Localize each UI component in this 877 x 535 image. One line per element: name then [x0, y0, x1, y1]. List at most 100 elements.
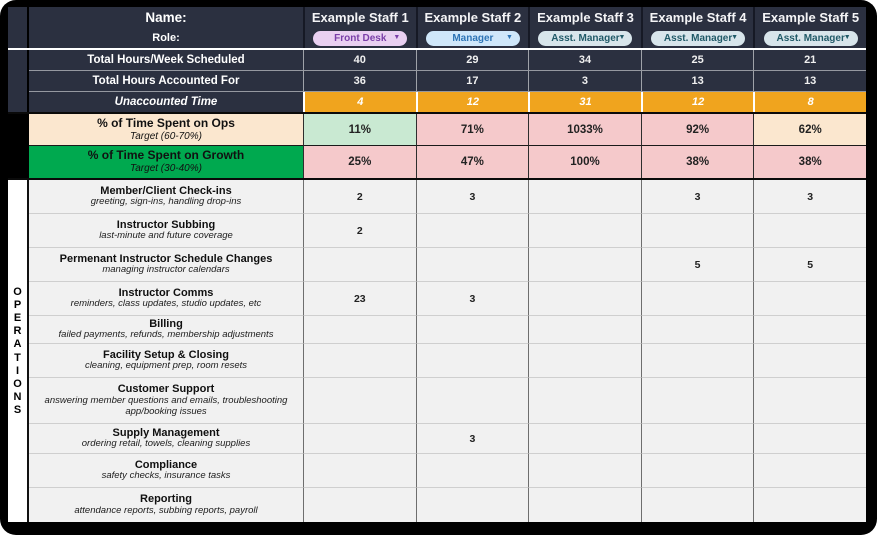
growth-percent-cell[interactable]: 38%	[753, 146, 866, 178]
task-value-cell[interactable]	[303, 344, 416, 378]
role-dropdown-asst-manager[interactable]: Asst. Manager ▼	[651, 31, 745, 46]
task-value-cell[interactable]	[528, 454, 641, 488]
hours-scheduled-cell[interactable]: 40	[303, 50, 416, 71]
unaccounted-time-cell[interactable]: 12	[641, 92, 754, 112]
hours-scheduled-cell[interactable]: 29	[416, 50, 529, 71]
row-label-hours-accounted: Total Hours Accounted For	[29, 71, 303, 92]
growth-percent-cell[interactable]: 38%	[641, 146, 754, 178]
left-spine	[8, 7, 29, 48]
task-value-cell[interactable]	[641, 214, 754, 248]
task-value-cell[interactable]	[528, 488, 641, 522]
header-section: Name: Example Staff 1 Example Staff 2 Ex…	[8, 7, 866, 112]
operations-vertical-label: O P E R A T I O N S	[8, 180, 29, 522]
task-value-cell[interactable]	[528, 424, 641, 454]
task-value-cell[interactable]	[416, 454, 529, 488]
task-value-cell[interactable]	[753, 454, 866, 488]
task-value-cell[interactable]	[416, 214, 529, 248]
left-spine	[8, 114, 29, 178]
hours-accounted-cell[interactable]: 17	[416, 71, 529, 92]
task-label-billing: Billing failed payments, refunds, member…	[29, 316, 303, 344]
task-value-cell[interactable]	[303, 454, 416, 488]
task-value-cell[interactable]	[641, 488, 754, 522]
task-value-cell[interactable]	[528, 248, 641, 282]
hours-accounted-cell[interactable]: 36	[303, 71, 416, 92]
ops-percent-cell[interactable]: 11%	[303, 114, 416, 146]
task-value-cell[interactable]: 5	[753, 248, 866, 282]
ops-percent-target: Target (60-70%)	[130, 131, 202, 143]
task-value-cell[interactable]	[641, 454, 754, 488]
role-dropdown-front-desk[interactable]: Front Desk ▼	[313, 31, 407, 46]
task-value-cell[interactable]: 3	[416, 282, 529, 316]
ops-percent-cell[interactable]: 71%	[416, 114, 529, 146]
task-label-member-checkins: Member/Client Check-ins greeting, sign-i…	[29, 180, 303, 214]
task-value-cell[interactable]: 2	[303, 214, 416, 248]
hours-accounted-cell[interactable]: 13	[641, 71, 754, 92]
task-value-cell[interactable]	[303, 424, 416, 454]
task-value-cell[interactable]	[753, 316, 866, 344]
role-row-label: Role:	[29, 28, 303, 48]
hours-scheduled-cell[interactable]: 34	[528, 50, 641, 71]
role-dropdown-asst-manager[interactable]: Asst. Manager ▼	[538, 31, 632, 46]
growth-percent-label: % of Time Spent on Growth Target (30-40%…	[29, 146, 303, 178]
task-value-cell[interactable]	[528, 214, 641, 248]
task-value-cell[interactable]	[303, 488, 416, 522]
role-dropdown-manager[interactable]: Manager ▼	[426, 31, 520, 46]
ops-percent-cell[interactable]: 92%	[641, 114, 754, 146]
task-value-cell[interactable]	[528, 282, 641, 316]
task-value-cell[interactable]	[641, 282, 754, 316]
task-value-cell[interactable]	[303, 316, 416, 344]
unaccounted-time-cell[interactable]: 8	[753, 92, 866, 112]
task-value-cell[interactable]: 2	[303, 180, 416, 214]
staff-column-header-5: Example Staff 5	[753, 7, 866, 28]
task-value-cell[interactable]	[528, 316, 641, 344]
task-value-cell[interactable]	[641, 344, 754, 378]
role-dropdown-asst-manager[interactable]: Asst. Manager ▼	[764, 31, 858, 46]
task-value-cell[interactable]	[416, 316, 529, 344]
task-value-cell[interactable]	[753, 282, 866, 316]
task-value-cell[interactable]	[416, 248, 529, 282]
task-value-cell[interactable]	[753, 488, 866, 522]
task-value-cell[interactable]: 3	[416, 424, 529, 454]
task-value-cell[interactable]	[641, 378, 754, 424]
operations-section: O P E R A T I O N S Member/Client Check-…	[8, 180, 866, 522]
growth-percent-cell[interactable]: 100%	[528, 146, 641, 178]
growth-percent-cell[interactable]: 25%	[303, 146, 416, 178]
task-value-cell[interactable]	[753, 214, 866, 248]
task-value-cell[interactable]	[528, 180, 641, 214]
task-value-cell[interactable]	[753, 378, 866, 424]
task-value-cell[interactable]: 3	[753, 180, 866, 214]
row-label-unaccounted-time: Unaccounted Time	[29, 92, 303, 112]
task-value-cell[interactable]	[416, 378, 529, 424]
hours-scheduled-cell[interactable]: 25	[641, 50, 754, 71]
staff-column-header-3: Example Staff 3	[528, 7, 641, 28]
task-value-cell[interactable]	[416, 488, 529, 522]
hours-scheduled-cell[interactable]: 21	[753, 50, 866, 71]
ops-percent-label: % of Time Spent on Ops Target (60-70%)	[29, 114, 303, 146]
task-value-cell[interactable]: 5	[641, 248, 754, 282]
task-value-cell[interactable]: 3	[641, 180, 754, 214]
growth-percent-cell[interactable]: 47%	[416, 146, 529, 178]
ops-percent-cell[interactable]: 62%	[753, 114, 866, 146]
task-value-cell[interactable]	[753, 344, 866, 378]
ops-percent-cell[interactable]: 1033%	[528, 114, 641, 146]
task-label-schedule-changes: Permenant Instructor Schedule Changes ma…	[29, 248, 303, 282]
task-value-cell[interactable]	[303, 378, 416, 424]
row-label-hours-scheduled: Total Hours/Week Scheduled	[29, 50, 303, 71]
task-value-cell[interactable]	[641, 424, 754, 454]
task-value-cell[interactable]: 3	[416, 180, 529, 214]
unaccounted-time-cell[interactable]: 4	[303, 92, 416, 112]
task-label-supply-management: Supply Management ordering retail, towel…	[29, 424, 303, 454]
task-value-cell[interactable]: 23	[303, 282, 416, 316]
task-value-cell[interactable]	[303, 248, 416, 282]
unaccounted-time-cell[interactable]: 31	[528, 92, 641, 112]
unaccounted-time-cell[interactable]: 12	[416, 92, 529, 112]
staff-column-header-4: Example Staff 4	[641, 7, 754, 28]
task-value-cell[interactable]	[528, 378, 641, 424]
task-value-cell[interactable]	[641, 316, 754, 344]
hours-accounted-cell[interactable]: 3	[528, 71, 641, 92]
hours-accounted-cell[interactable]: 13	[753, 71, 866, 92]
role-cell-1: Front Desk ▼	[303, 28, 416, 48]
task-value-cell[interactable]	[528, 344, 641, 378]
task-value-cell[interactable]	[416, 344, 529, 378]
task-value-cell[interactable]	[753, 424, 866, 454]
